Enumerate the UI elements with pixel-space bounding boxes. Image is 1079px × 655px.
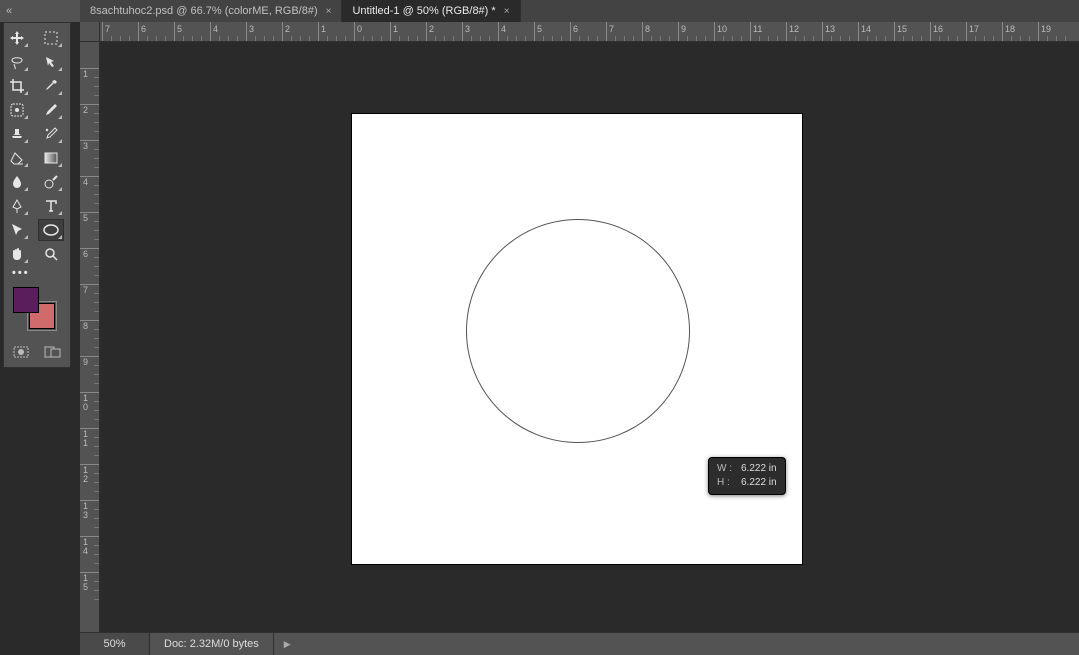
hand-tool-icon[interactable]	[4, 243, 30, 265]
height-label: H :	[717, 476, 741, 490]
clone-stamp-tool-icon[interactable]	[4, 123, 30, 145]
brush-tool-icon[interactable]	[38, 99, 64, 121]
dimension-tooltip: W :6.222 in H :6.222 in	[708, 457, 786, 495]
quick-selection-tool-icon[interactable]	[38, 51, 64, 73]
zoom-level-field[interactable]: 50%	[80, 633, 150, 655]
status-flyout-caret-icon[interactable]: ▶	[274, 639, 301, 650]
zoom-tool-icon[interactable]	[38, 243, 64, 265]
doc-size-value: 2.32M/0 bytes	[190, 638, 259, 650]
move-tool-icon[interactable]	[4, 27, 30, 49]
status-bar: 50% Doc: 2.32M/0 bytes ▶	[80, 632, 1079, 655]
doc-size-label: Doc:	[164, 638, 187, 650]
tools-panel: •••	[3, 22, 71, 368]
lasso-tool-icon[interactable]	[4, 51, 30, 73]
document-tab-label: 8sachtuhoc2.psd @ 66.7% (colorME, RGB/8#…	[90, 5, 318, 17]
gradient-tool-icon[interactable]	[38, 147, 64, 169]
tabbar-collapse-chevron[interactable]: «	[0, 0, 80, 22]
document-tab[interactable]: 8sachtuhoc2.psd @ 66.7% (colorME, RGB/8#…	[80, 0, 342, 22]
dodge-tool-icon[interactable]	[38, 171, 64, 193]
foreground-color-swatch[interactable]	[13, 287, 39, 313]
blur-tool-icon[interactable]	[4, 171, 30, 193]
type-tool-icon[interactable]	[38, 195, 64, 217]
horizontal-ruler[interactable]: 7654321012345678910111213141516171819	[100, 22, 1079, 42]
pen-tool-icon[interactable]	[4, 195, 30, 217]
document-canvas[interactable]	[352, 114, 802, 564]
history-brush-tool-icon[interactable]	[38, 123, 64, 145]
width-label: W :	[717, 462, 741, 476]
work-area: 7654321012345678910111213141516171819 12…	[80, 22, 1079, 632]
close-icon[interactable]: ×	[504, 6, 510, 17]
crop-tool-icon[interactable]	[4, 75, 30, 97]
ellipse-shape[interactable]	[466, 219, 690, 443]
ruler-origin-corner[interactable]	[80, 22, 100, 42]
eyedropper-tool-icon[interactable]	[38, 75, 64, 97]
healing-brush-tool-icon[interactable]	[4, 99, 30, 121]
close-icon[interactable]: ×	[326, 6, 332, 17]
width-value: 6.222 in	[741, 463, 777, 474]
ellipse-shape-tool-icon[interactable]	[38, 219, 64, 241]
vertical-ruler[interactable]: 123456789101112131415	[80, 42, 100, 632]
height-value: 6.222 in	[741, 477, 777, 488]
document-size-readout[interactable]: Doc: 2.32M/0 bytes	[150, 633, 274, 655]
document-tab-label: Untitled-1 @ 50% (RGB/8#) *	[352, 5, 495, 17]
document-tab-bar: « 8sachtuhoc2.psd @ 66.7% (colorME, RGB/…	[0, 0, 1079, 22]
document-tab[interactable]: Untitled-1 @ 50% (RGB/8#) * ×	[342, 0, 520, 22]
color-swatches[interactable]	[9, 287, 65, 331]
path-selection-tool-icon[interactable]	[4, 219, 30, 241]
quick-mask-icon[interactable]	[12, 345, 30, 359]
more-tools-icon[interactable]: •••	[4, 267, 70, 281]
eraser-tool-icon[interactable]	[4, 147, 30, 169]
canvas-viewport[interactable]: W :6.222 in H :6.222 in	[100, 42, 1079, 632]
marquee-tool-icon[interactable]	[38, 27, 64, 49]
screen-mode-icon[interactable]	[44, 345, 62, 359]
